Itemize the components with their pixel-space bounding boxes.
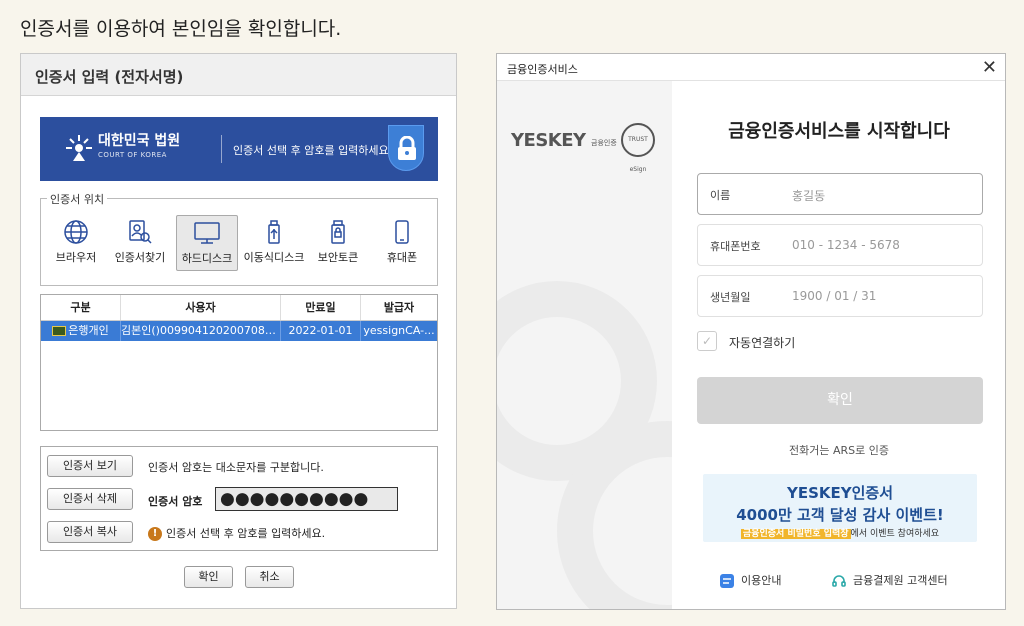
column-header[interactable]: 만료일 bbox=[281, 295, 361, 320]
location-label: 휴대폰 bbox=[386, 251, 418, 264]
close-icon[interactable]: ✕ bbox=[982, 57, 997, 78]
token-icon bbox=[331, 220, 345, 244]
field-label: 휴대폰번호 bbox=[710, 240, 761, 253]
password-label: 인증서 암호 bbox=[148, 495, 203, 508]
ars-link[interactable]: 전화거는 ARS로 인증 bbox=[673, 442, 1005, 458]
phone-icon bbox=[395, 220, 409, 244]
hint-row: ! 인증서 선택 후 암호를 입력하세요. bbox=[148, 525, 325, 541]
promo-banner[interactable]: YESKEY인증서 4000만 고객 달성 감사 이벤트! 금융인증서 비밀번호… bbox=[703, 474, 977, 542]
court-banner: 대한민국 법원 COURT OF KOREA 인증서 선택 후 암호를 입력하세… bbox=[40, 117, 438, 181]
guide-link[interactable]: 이용안내 bbox=[719, 572, 781, 589]
cert-location-legend: 인증서 위치 bbox=[47, 191, 108, 207]
trust-esign-logo: TRUST eSign bbox=[621, 123, 655, 173]
password-input[interactable]: ●●●●●●●●●● bbox=[215, 487, 398, 511]
phone-field[interactable]: 휴대폰번호 010 - 1234 - 5678 bbox=[697, 224, 983, 266]
location-label: 이동식디스크 bbox=[243, 251, 305, 264]
cell-type: 은행개인 bbox=[41, 321, 121, 341]
location-label: 인증서찾기 bbox=[114, 251, 166, 264]
view-cert-button[interactable]: 인증서 보기 bbox=[47, 455, 133, 477]
location-find-cert[interactable]: 인증서찾기 bbox=[109, 215, 171, 271]
court-logo-icon bbox=[66, 135, 92, 161]
table-header: 구분 사용자 만료일 발급자 bbox=[41, 295, 437, 321]
confirm-button[interactable]: 확인 bbox=[697, 377, 983, 424]
certificate-icon bbox=[52, 326, 67, 336]
court-name: 대한민국 법원 bbox=[98, 133, 181, 149]
field-label: 이름 bbox=[710, 189, 731, 202]
lock-icon bbox=[388, 125, 424, 171]
dialog-title: 인증서 입력 (전자서명) bbox=[21, 54, 456, 96]
location-label: 보안토큰 bbox=[317, 251, 359, 264]
form-heading: 금융인증서비스를 시작합니다 bbox=[728, 121, 950, 142]
promo-highlight: 금융인증서 비밀번호 입력창 bbox=[740, 529, 851, 539]
warning-icon: ! bbox=[148, 527, 162, 541]
hint-text: 인증서 선택 후 암호를 입력하세요. bbox=[166, 527, 326, 540]
field-placeholder: 홍길동 bbox=[792, 189, 826, 203]
support-link[interactable]: 금융결제원 고객센터 bbox=[831, 572, 948, 589]
cell-issuer: yessignCA-... bbox=[363, 324, 435, 337]
location-removable[interactable]: 이동식디스크 bbox=[243, 215, 305, 271]
search-cert-icon bbox=[129, 220, 152, 244]
location-harddisk[interactable]: 하드디스크 bbox=[176, 215, 238, 271]
login-form: 금융인증서비스를 시작합니다 이름 홍길동 휴대폰번호 010 - 1234 -… bbox=[673, 81, 1005, 609]
location-label: 브라우저 bbox=[55, 251, 97, 264]
document-icon bbox=[720, 574, 734, 588]
field-placeholder: 1900 / 01 / 31 bbox=[792, 289, 877, 303]
case-note: 인증서 암호는 대소문자를 구분합니다. bbox=[148, 461, 324, 474]
cert-actions-panel: 인증서 보기 인증서 암호는 대소문자를 구분합니다. 인증서 삭제 인증서 암… bbox=[40, 446, 438, 551]
location-token[interactable]: 보안토큰 bbox=[307, 215, 369, 271]
birthdate-field[interactable]: 생년월일 1900 / 01 / 31 bbox=[697, 275, 983, 317]
yeskey-logo-sub: 금융인증 bbox=[591, 139, 617, 147]
page-heading: 인증서를 이용하여 본인임을 확인합니다. bbox=[20, 18, 342, 40]
promo-line1: YESKEY인증서 bbox=[786, 484, 894, 502]
field-label: 생년월일 bbox=[710, 291, 751, 304]
cert-location-group: 인증서 위치 브라우저 인증서찾기 하드디스크 이동식디스크 보안토큰 휴대폰 bbox=[40, 191, 438, 286]
side-panel: YESKEY 금융인증 TRUST eSign bbox=[497, 81, 672, 609]
location-phone[interactable]: 휴대폰 bbox=[371, 215, 433, 271]
promo-line2: 4000만 고객 달성 감사 이벤트! bbox=[736, 506, 944, 524]
cell-user: 김본인()0099041202007080... bbox=[121, 321, 281, 341]
promo-tail: 에서 이벤트 참여하세요 bbox=[850, 529, 940, 539]
ok-button[interactable]: 확인 bbox=[184, 566, 233, 588]
auto-connect-label[interactable]: 자동연결하기 bbox=[729, 334, 795, 351]
name-field[interactable]: 이름 홍길동 bbox=[697, 173, 983, 215]
column-header[interactable]: 사용자 bbox=[121, 295, 281, 320]
delete-cert-button[interactable]: 인증서 삭제 bbox=[47, 488, 133, 510]
column-header[interactable]: 발급자 bbox=[361, 295, 437, 320]
monitor-icon bbox=[194, 222, 220, 244]
certificate-dialog: 인증서 입력 (전자서명) 대한민국 법원 COURT OF KOREA 인증서… bbox=[20, 53, 457, 609]
dialog-title: 금융인증서비스 bbox=[497, 54, 1005, 81]
column-header[interactable]: 구분 bbox=[41, 295, 121, 320]
copy-cert-button[interactable]: 인증서 복사 bbox=[47, 521, 133, 543]
financial-cert-dialog: 금융인증서비스 ✕ YESKEY 금융인증 TRUST eSign 금융인증서비… bbox=[496, 53, 1006, 610]
banner-divider bbox=[221, 135, 222, 163]
cancel-button[interactable]: 취소 bbox=[245, 566, 294, 588]
location-label: 하드디스크 bbox=[181, 252, 233, 265]
cert-table: 구분 사용자 만료일 발급자 은행개인 김본인()009904120200708… bbox=[40, 294, 438, 431]
auto-connect-checkbox[interactable]: ✓ bbox=[697, 331, 717, 351]
field-placeholder: 010 - 1234 - 5678 bbox=[792, 238, 900, 252]
headset-icon bbox=[832, 575, 846, 587]
yeskey-logo: YESKEY bbox=[511, 130, 586, 151]
court-name-en: COURT OF KOREA bbox=[98, 151, 167, 159]
table-row[interactable]: 은행개인 김본인()0099041202007080... 2022-01-01… bbox=[41, 321, 437, 341]
location-browser[interactable]: 브라우저 bbox=[45, 215, 107, 271]
usb-icon bbox=[268, 220, 280, 244]
promo-line3: 금융인증서 비밀번호 입력창 에서 이벤트 참여하세요 bbox=[703, 526, 977, 539]
globe-icon bbox=[64, 220, 88, 244]
cell-expiry: 2022-01-01 bbox=[281, 321, 361, 341]
banner-message: 인증서 선택 후 암호를 입력하세요. bbox=[233, 144, 393, 157]
